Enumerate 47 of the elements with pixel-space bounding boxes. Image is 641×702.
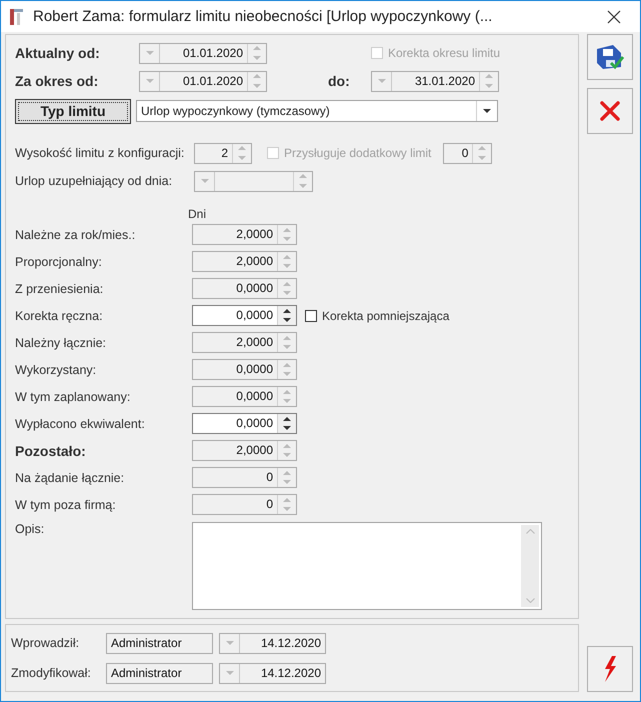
description-field[interactable]	[192, 522, 542, 610]
date-field[interactable]: 14.12.2020	[219, 632, 326, 654]
cancel-button[interactable]	[587, 88, 633, 134]
field-label: Na żądanie łącznie:	[15, 470, 126, 484]
spin-down-icon[interactable]	[283, 426, 291, 430]
floppy-disk-check-icon	[595, 43, 625, 71]
field-label: Proporcjonalny:	[15, 254, 103, 268]
spin-up-icon[interactable]	[283, 308, 291, 313]
scrollbar[interactable]	[521, 525, 539, 607]
field-label: Pozostało:	[15, 442, 87, 458]
number-field[interactable]: 0,0000	[192, 413, 297, 434]
field-label: do:	[328, 73, 351, 89]
action-button[interactable]	[587, 646, 633, 692]
dropdown-arrow-icon[interactable]	[483, 109, 491, 113]
field-label: Za okres od:	[15, 73, 100, 89]
spin-down-icon[interactable]	[283, 318, 291, 322]
field-label: Aktualny od:	[15, 45, 101, 61]
spin-up-icon[interactable]	[283, 416, 291, 421]
date-field[interactable]: 14.12.2020	[219, 662, 326, 684]
field-label: Z przeniesienia:	[15, 282, 104, 296]
user-field[interactable]: Administrator	[106, 632, 213, 654]
field-label: Zmodyfikował:	[11, 666, 92, 680]
field-label: W tym poza firmą:	[15, 498, 117, 512]
field-label: Należny łącznie:	[15, 336, 108, 350]
field-label: Wykorzystany:	[15, 362, 98, 376]
scroll-up-icon[interactable]	[526, 529, 534, 534]
limit-type-button[interactable]: Typ limitu	[15, 98, 131, 124]
close-icon	[599, 100, 621, 122]
user-field[interactable]: Administrator	[106, 662, 213, 684]
checkbox[interactable]: Korekta pomniejszająca	[305, 308, 450, 322]
field-label: Wypłacono ekwiwalent:	[15, 416, 146, 430]
save-button[interactable]	[587, 34, 633, 80]
column-header: Dni	[188, 207, 206, 221]
close-icon[interactable]	[607, 10, 621, 24]
field-label: Urlop uzupełniający od dnia:	[15, 174, 174, 188]
field-label: Wysokość limitu z konfiguracji:	[15, 146, 186, 160]
field-label: Opis:	[15, 522, 46, 536]
window-title: Robert Zama: formularz limitu nieobecności [Urlop wypoczynkowy (...	[33, 8, 494, 25]
field-label: Wprowadził:	[11, 636, 80, 650]
scroll-down-icon[interactable]	[526, 598, 534, 603]
number-field[interactable]: 0,0000	[192, 305, 297, 326]
limit-type-dropdown[interactable]: Urlop wypoczynkowy (tymczasowy)	[136, 100, 498, 122]
app-icon	[9, 6, 25, 26]
field-label: Należne za rok/mies.:	[15, 228, 136, 242]
field-label: W tym zaplanowany:	[15, 390, 132, 404]
field-label: Korekta ręczna:	[15, 308, 104, 322]
lightning-icon	[602, 655, 618, 683]
